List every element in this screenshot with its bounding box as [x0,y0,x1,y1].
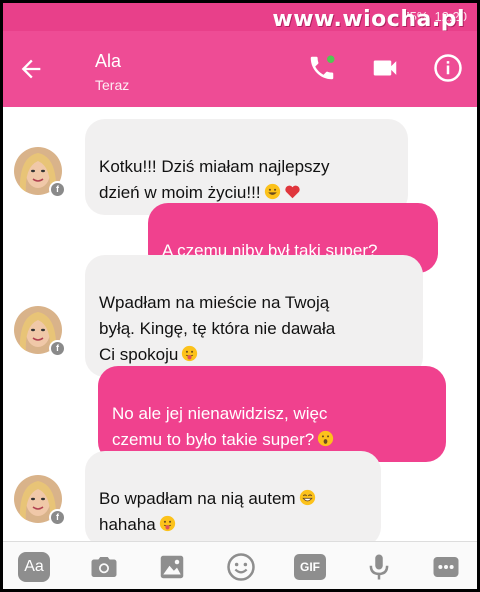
heart-emoji [284,185,300,199]
message-list: f Kotku!!! Dziś miałam najlepszy dzień w… [3,107,477,547]
tongue-emoji [159,515,175,532]
grin-emoji [264,183,280,200]
phone-call-icon[interactable] [307,53,337,83]
emoji-icon[interactable] [226,552,256,582]
message-bubble-incoming[interactable]: Bo wpadłam na nią autem hahaha [85,451,381,547]
messenger-badge-icon: f [49,509,66,526]
contact-name[interactable]: Ala [95,51,121,72]
message-text: Bo wpadłam na nią autem [99,489,296,508]
back-arrow-icon[interactable] [17,55,45,83]
tongue-emoji [182,345,198,362]
conversation-header: Ala Teraz [3,31,477,107]
camera-icon[interactable] [89,552,119,582]
phone-screen: 75% 12:20 www.wiocha.pl Ala Teraz f Kotk… [3,3,477,589]
more-options-icon[interactable] [431,552,461,582]
message-bubble-incoming[interactable]: Kotku!!! Dziś miałam najlepszy dzień w m… [85,119,408,215]
contact-status: Teraz [95,77,130,93]
composer-bar: Aa GIF [3,541,477,589]
gif-button[interactable]: GIF [294,554,326,580]
message-text: hahaha [99,515,156,534]
laugh-emoji [299,489,315,506]
message-text: Wpadłam na mieście na Twoją byłą. Kingę,… [99,293,336,364]
messenger-badge-icon: f [49,181,66,198]
text-mode-button[interactable]: Aa [18,552,50,582]
messenger-badge-icon: f [49,340,66,357]
message-bubble-incoming[interactable]: Wpadłam na mieście na Twoją byłą. Kingę,… [85,255,423,377]
gallery-icon[interactable] [157,552,187,582]
watermark: www.wiocha.pl [272,7,465,32]
surprised-emoji [318,430,334,447]
message-bubble-outgoing[interactable]: No ale jej nienawidzisz, więc czemu to b… [98,366,446,462]
status-bar: 75% 12:20 www.wiocha.pl [3,3,477,32]
video-call-icon[interactable] [370,53,400,83]
microphone-icon[interactable] [364,552,394,582]
info-icon[interactable] [433,53,463,83]
message-text: No ale jej nienawidzisz, więc czemu to b… [112,404,328,449]
